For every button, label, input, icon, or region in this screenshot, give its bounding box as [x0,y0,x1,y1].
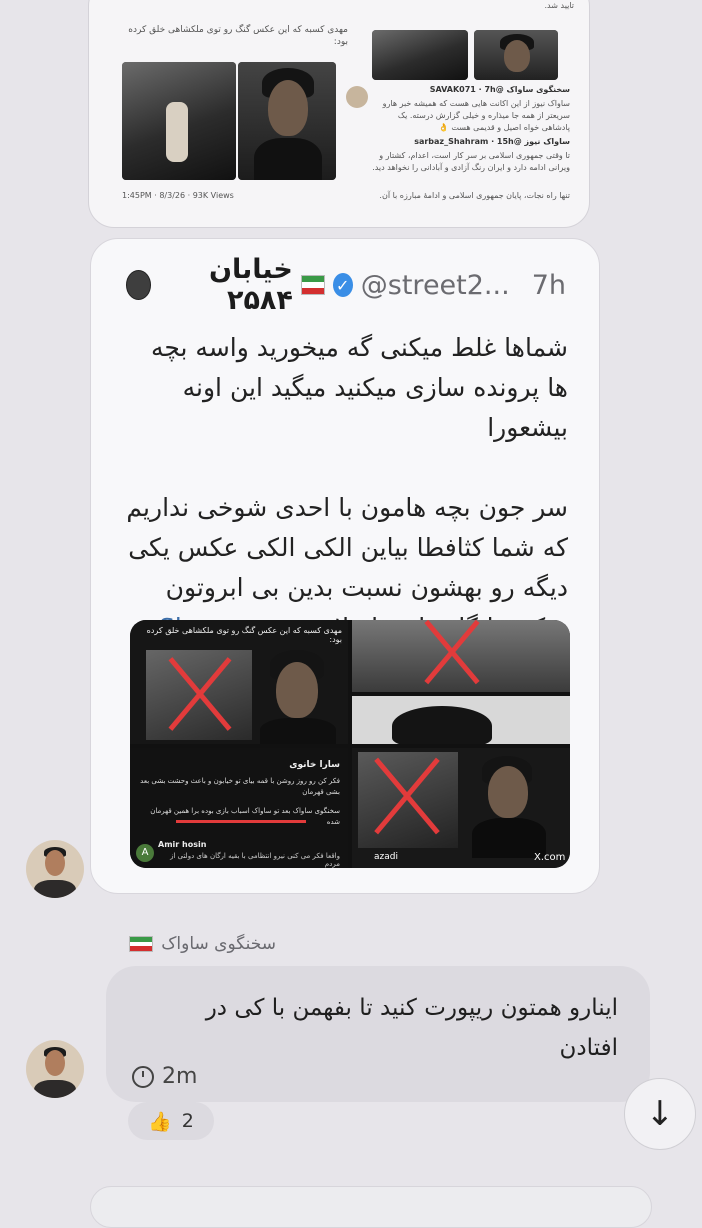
message-text: اینارو همتون ریپورت کنید تا بفهمن با کی … [205,995,618,1061]
inner-tweet2-text: تا وقتی جمهوری اسلامی بر سر کار است، اعد… [372,151,570,172]
iran-flag-icon [129,936,154,952]
tweet-author-avatar[interactable] [126,270,152,300]
red-x-mark [160,648,240,740]
message-sender[interactable]: سخنگوی ساواک [126,934,276,954]
message-time-label: 2m [162,1064,198,1089]
crowd-photo-small[interactable] [372,30,468,80]
top-card-meta: 1:45PM · 8/3/26 · 93K Views [122,191,234,200]
sender-name[interactable]: سخنگوی ساواک [161,934,276,954]
red-x-mark [422,620,482,692]
inner-avatar [346,86,368,108]
collage-image-5[interactable]: azadi X.com [352,748,570,868]
verified-badge-icon: ✓ [332,273,353,297]
top-card-caption: مهدی کسبه که این عکس گنگ رو توی ملکشاهی … [128,25,348,47]
portrait-photo-small[interactable] [474,30,558,80]
reaction-count: 2 [181,1110,194,1132]
inner-tweet-header: سخنگوی ساواک @SAVAK071 · 7h [429,85,570,94]
collage-image-2[interactable] [352,620,570,692]
crowd-photo[interactable] [122,62,236,180]
next-message-card[interactable] [90,1186,652,1228]
amir-avatar: A [136,844,154,862]
tweet-paragraph-1: شماها غلط میکنی گه میخورید واسه بچه ها پ… [150,333,568,442]
collage-sara-name: سارا خانوی [289,760,340,770]
inner-tweet2-header: ساواک نیوز @sarbaz_Shahram · 15h [414,137,570,146]
red-underline [176,820,306,823]
collage-image-4[interactable]: سارا خانوی فکر کن رو روز روشن با قمه بیا… [130,748,348,868]
tweet-image-collage[interactable]: مهدی کسبه که این عکس گنگ رو توی ملکشاهی … [130,620,570,868]
top-card-header-text: تایید شد. [544,1,575,10]
collage-savak-text: سخنگوی ساواک بعد تو ساواک اسباب بازی بود… [150,807,340,826]
clock-icon [132,1065,154,1088]
tweet-timestamp[interactable]: 7h [532,270,566,301]
tweet-header: خیابان ۲۵۸۴ ✓ @street2... 7h [126,254,566,316]
sender-avatar-2[interactable] [26,1040,84,1098]
reaction-chip[interactable]: 👍 2 [128,1102,214,1140]
tweet-author-handle[interactable]: @street2... [361,270,510,301]
inner-tweet-text: ساواک نیوز از این اکانت هایی هست که همیش… [382,99,570,132]
collage-amir-text: واقعا فکر می کنی نیرو انتظامی با بقیه ار… [170,852,340,868]
sender-avatar-1[interactable] [26,840,84,898]
inner-tweet3-text: تنها راه نجات، پایان جمهوری اسلامی و ادا… [379,191,570,200]
collage-image-1[interactable]: مهدی کسبه که این عکس گنگ رو توی ملکشاهی … [130,620,348,744]
red-x-mark [372,748,442,844]
iran-flag-icon [300,275,325,295]
collage-azadi-label: azadi [374,852,398,862]
collage-watermark: X.com [534,852,566,863]
portrait-photo[interactable] [238,62,336,180]
tweet-author-name[interactable]: خیابان ۲۵۸۴ [159,254,293,316]
tweet-body: شماها غلط میکنی گه میخورید واسه بچه ها پ… [126,328,568,648]
collage-sara-text: فکر کن رو روز روشن با قمه بیای تو خیابون… [140,777,340,796]
collage-amir-name: Amir hosin [158,840,207,849]
message-timestamp: 2m [132,1064,197,1089]
thumbs-up-icon: 👍 [148,1110,172,1133]
collage-caption: مهدی کسبه که این عکس گنگ رو توی ملکشاهی … [146,626,342,644]
collage-image-3[interactable] [352,696,570,744]
arrow-down-icon: ↓ [645,1094,675,1134]
scroll-down-button[interactable]: ↓ [624,1078,696,1150]
